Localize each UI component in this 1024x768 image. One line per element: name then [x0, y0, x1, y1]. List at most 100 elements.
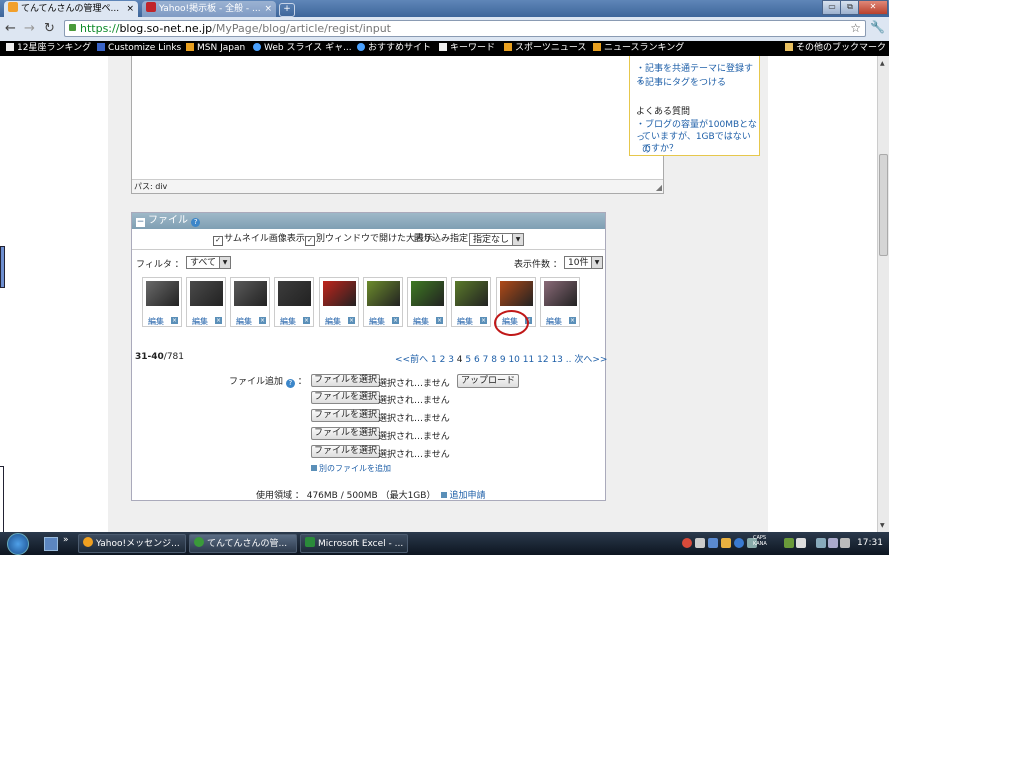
- taskbar-item-yahoo-messenger[interactable]: Yahoo!メッセンジ...: [78, 534, 186, 553]
- tab-close-icon[interactable]: ×: [126, 1, 134, 17]
- pager-page[interactable]: 1: [431, 355, 437, 365]
- quicklaunch-chevron-icon[interactable]: »: [63, 535, 69, 545]
- delete-icon[interactable]: ×: [392, 317, 399, 324]
- file-thumbnail[interactable]: 編集 ×: [230, 277, 270, 327]
- pager-page[interactable]: 6: [474, 355, 480, 365]
- help-link-tag[interactable]: ・記事にタグをつける: [636, 75, 726, 88]
- wrench-menu-icon[interactable]: 🔧: [870, 20, 885, 34]
- delete-icon[interactable]: ×: [480, 317, 487, 324]
- new-window-checkbox[interactable]: ✓: [305, 236, 315, 246]
- edit-link[interactable]: 編集: [325, 316, 341, 327]
- edit-link[interactable]: 編集: [369, 316, 385, 327]
- pager-page[interactable]: 12: [537, 355, 548, 365]
- thumbnail-image[interactable]: [455, 281, 488, 306]
- thumbnail-image[interactable]: [411, 281, 444, 306]
- other-bookmarks[interactable]: その他のブックマーク: [785, 41, 886, 56]
- scroll-down-icon[interactable]: ▼: [880, 522, 885, 529]
- tray-app-icon[interactable]: [784, 538, 794, 548]
- taskbar-item-chrome[interactable]: てんてんさんの管...: [189, 534, 297, 553]
- add-more-files-link[interactable]: 別のファイルを追加: [311, 463, 391, 474]
- storage-request-link[interactable]: 追加申請: [449, 491, 485, 501]
- bookmark-item[interactable]: Web スライス ギャ...: [253, 41, 352, 56]
- taskbar-item-excel[interactable]: Microsoft Excel - ...: [300, 534, 408, 553]
- bookmark-item[interactable]: Customize Links: [97, 41, 181, 56]
- bookmark-star-icon[interactable]: ☆: [850, 21, 861, 36]
- maximize-button[interactable]: ⧉: [840, 0, 860, 15]
- filter-select[interactable]: すべて ▼: [186, 256, 231, 269]
- choose-file-button[interactable]: ファイルを選択: [311, 445, 381, 458]
- delete-icon[interactable]: ×: [436, 317, 443, 324]
- edit-link[interactable]: 編集: [236, 316, 252, 327]
- address-bar[interactable]: https://blog.so-net.ne.jp/MyPage/blog/ar…: [64, 20, 866, 37]
- network-icon[interactable]: [816, 538, 826, 548]
- file-panel-header[interactable]: − ファイル ?: [132, 213, 605, 229]
- tab-close-icon[interactable]: ×: [264, 1, 272, 17]
- choose-file-button[interactable]: ファイルを選択: [311, 427, 381, 440]
- file-thumbnail[interactable]: 編集 ×: [407, 277, 447, 327]
- pager-page[interactable]: 3: [448, 355, 454, 365]
- tray-app-icon[interactable]: [721, 538, 731, 548]
- file-thumbnail[interactable]: 編集 ×: [319, 277, 359, 327]
- new-tab-button[interactable]: +: [279, 3, 295, 17]
- file-thumbnail[interactable]: 編集 ×: [142, 277, 182, 327]
- pager-page[interactable]: 7: [483, 355, 489, 365]
- help-icon[interactable]: ?: [191, 218, 201, 227]
- bookmark-item[interactable]: MSN Japan: [186, 41, 245, 56]
- thumbnail-image[interactable]: [234, 281, 267, 306]
- edit-link[interactable]: 編集: [148, 316, 164, 327]
- count-select[interactable]: 10件 ▼: [564, 256, 603, 269]
- edit-link[interactable]: 編集: [192, 316, 208, 327]
- ime-icon[interactable]: [695, 538, 705, 548]
- thumbnail-option[interactable]: ✓ サムネイル画像表示: [213, 230, 305, 249]
- back-icon[interactable]: ←: [5, 22, 16, 35]
- delete-icon[interactable]: ×: [215, 317, 222, 324]
- pager-page[interactable]: 2: [440, 355, 446, 365]
- thumbnail-image[interactable]: [278, 281, 311, 306]
- file-thumbnail[interactable]: 編集 ×: [186, 277, 226, 327]
- delete-icon[interactable]: ×: [569, 317, 576, 324]
- pager-page[interactable]: 11: [523, 355, 534, 365]
- network-icon[interactable]: [828, 538, 838, 548]
- forward-icon[interactable]: →: [24, 22, 35, 35]
- delete-icon[interactable]: ×: [348, 317, 355, 324]
- show-desktop-icon[interactable]: [44, 537, 58, 551]
- pager-page[interactable]: 13: [551, 355, 562, 365]
- tray-app-icon[interactable]: [682, 538, 692, 548]
- close-window-button[interactable]: ✕: [858, 0, 888, 15]
- delete-icon[interactable]: ×: [171, 317, 178, 324]
- thumbnail-image[interactable]: [367, 281, 400, 306]
- tray-app-icon[interactable]: [708, 538, 718, 548]
- file-thumbnail[interactable]: 編集 ×: [274, 277, 314, 327]
- pager-page[interactable]: 9: [500, 355, 506, 365]
- file-thumbnail[interactable]: 編集 ×: [451, 277, 491, 327]
- upload-button[interactable]: アップロード: [457, 374, 520, 388]
- pager-page[interactable]: 5: [465, 355, 471, 365]
- bookmark-item[interactable]: キーワード: [439, 41, 495, 56]
- side-tab[interactable]: [0, 246, 5, 288]
- faq-link[interactable]: ですか？: [642, 141, 678, 154]
- minimize-button[interactable]: ▭: [822, 0, 842, 15]
- start-button[interactable]: [7, 533, 29, 555]
- reload-icon[interactable]: ↻: [44, 22, 55, 35]
- bookmark-item[interactable]: 12星座ランキング: [6, 41, 91, 56]
- delete-icon[interactable]: ×: [259, 317, 266, 324]
- pager-page[interactable]: 8: [491, 355, 497, 365]
- choose-file-button[interactable]: ファイルを選択: [311, 391, 381, 404]
- thumbnail-image[interactable]: [500, 281, 533, 306]
- edit-link[interactable]: 編集: [280, 316, 296, 327]
- delete-icon[interactable]: ×: [303, 317, 310, 324]
- thumbnail-image[interactable]: [146, 281, 179, 306]
- file-thumbnail[interactable]: 編集 ×: [363, 277, 403, 327]
- bookmark-item[interactable]: おすすめサイト: [357, 41, 431, 56]
- thumbnail-image[interactable]: [544, 281, 577, 306]
- help-icon[interactable]: [734, 538, 744, 548]
- bookmark-item[interactable]: ニュースランキング: [593, 41, 684, 56]
- bookmark-item[interactable]: スポーツニュース: [504, 41, 586, 56]
- file-thumbnail[interactable]: 編集 ×: [540, 277, 580, 327]
- pager-prev[interactable]: <<前へ: [395, 355, 428, 365]
- thumbnail-checkbox[interactable]: ✓: [213, 236, 223, 246]
- pager-next[interactable]: 次へ>>: [574, 355, 607, 365]
- tray-app-icon[interactable]: [796, 538, 806, 548]
- scrollbar-thumb[interactable]: [879, 154, 888, 256]
- volume-icon[interactable]: [840, 538, 850, 548]
